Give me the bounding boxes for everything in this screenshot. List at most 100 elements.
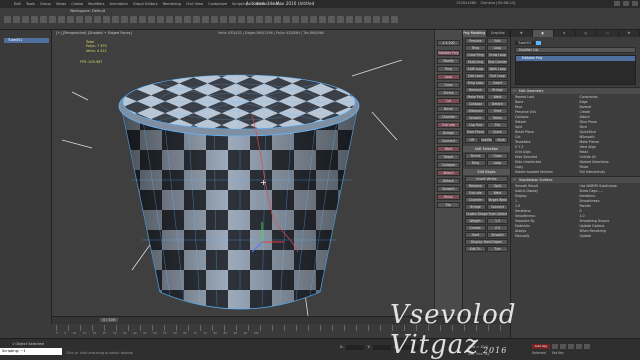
- edit-edges-button-smooth[interactable]: Smooth: [487, 232, 508, 238]
- selection-button-grow[interactable]: Grow: [487, 153, 508, 159]
- toolbar-tool-icon[interactable]: [157, 16, 164, 23]
- viewport-label[interactable]: [+] [Perspective] [Shaded + Edged Faces]: [56, 31, 132, 35]
- ribbon-button-detach[interactable]: Detach: [437, 178, 460, 184]
- toolbar-tool-icon[interactable]: [328, 16, 335, 23]
- edit-edges-button-bridge[interactable]: Bridge: [465, 204, 486, 210]
- perspective-viewport[interactable]: + [+] [Perspective] [Shaded + Edged Face…: [52, 30, 434, 316]
- ribbon-button-modify[interactable]: Modify: [437, 58, 460, 64]
- menu-item-tools[interactable]: Tools: [26, 2, 35, 6]
- toolbar-tool-icon[interactable]: [193, 16, 200, 23]
- toolbar-tool-icon[interactable]: [13, 16, 20, 23]
- ribbon-button-target[interactable]: Target: [437, 154, 460, 160]
- edit-edges-button-remove[interactable]: Remove: [465, 183, 486, 189]
- toolbar-tool-icon[interactable]: [67, 16, 74, 23]
- menu-item-civil-view[interactable]: Civil View: [186, 2, 203, 6]
- ribbon-button-attach[interactable]: Attach: [437, 170, 460, 176]
- modeling-button-ring-loop[interactable]: Ring Loop: [465, 80, 486, 86]
- edit-edges-button-insert-vertex[interactable]: Insert Vertex: [465, 176, 508, 182]
- y-field[interactable]: [373, 345, 392, 350]
- modeling-button-remove[interactable]: Remove: [465, 87, 486, 93]
- modeling-button-smooth[interactable]: Smooth: [465, 115, 486, 121]
- toolbar-tool-icon[interactable]: [22, 16, 29, 23]
- modeling-button-ring[interactable]: Ring: [465, 45, 486, 51]
- utilities-tab-icon[interactable]: ⚒: [619, 30, 640, 37]
- preview-option-off[interactable]: Off: [465, 137, 479, 143]
- rollout-line-update[interactable]: Update: [576, 233, 640, 238]
- toolbar-tool-icon[interactable]: [292, 16, 299, 23]
- menu-item-graph-editors[interactable]: Graph Editors: [133, 2, 158, 6]
- stack-item-editable-poly[interactable]: Editable Poly: [516, 56, 635, 61]
- modeling-button-make-poly[interactable]: Make Poly: [465, 94, 486, 100]
- edit-edges-button-1-0[interactable]: 1.0: [487, 218, 508, 224]
- scene-node-tube[interactable]: Tube001: [4, 38, 49, 43]
- edit-edges-button-connect[interactable]: Connect: [487, 204, 508, 210]
- modeling-button-weld[interactable]: Weld: [487, 94, 508, 100]
- ribbon-button-cut[interactable]: Cut: [437, 98, 460, 104]
- toolbar-tool-icon[interactable]: [355, 16, 362, 23]
- toolbar-tool-icon[interactable]: [4, 16, 11, 23]
- modeling-button-shell[interactable]: Shell: [487, 108, 508, 114]
- modeling-button-walk-loop[interactable]: Walk Loop: [487, 66, 508, 72]
- object-name-field[interactable]: Tube001: [515, 40, 535, 45]
- modeling-button-multi-ring[interactable]: Multi-ring: [465, 59, 486, 65]
- maximize-button[interactable]: [623, 1, 629, 6]
- menu-item-create[interactable]: Create: [71, 2, 83, 6]
- ribbon-button-relax[interactable]: Relax: [437, 194, 460, 200]
- modeling-button-preview[interactable]: Preview: [465, 38, 486, 44]
- toolbar-tool-icon[interactable]: [148, 16, 155, 23]
- toolbar-tool-icon[interactable]: [382, 16, 389, 23]
- modeling-button-bridge[interactable]: Bridge: [487, 87, 508, 93]
- edit-edges-button-0-0[interactable]: 0.0: [487, 225, 508, 231]
- toolbar-tool-icon[interactable]: [121, 16, 128, 23]
- rollout-title-subdivision-surface[interactable]: Subdivision Surface: [511, 176, 640, 183]
- modeling-button-slice-plane[interactable]: Slice Plane: [465, 129, 486, 135]
- preview-option-multi[interactable]: Multi: [494, 137, 508, 143]
- workspace-label[interactable]: Workspace: Default: [70, 9, 105, 13]
- menu-item-rendering[interactable]: Rendering: [163, 2, 181, 6]
- ribbon-button-flip[interactable]: Flip: [437, 202, 460, 208]
- modeling-button-edit[interactable]: Edit: [487, 38, 508, 44]
- ribbon-button-ring[interactable]: Ring: [437, 66, 460, 72]
- toolbar-tool-icon[interactable]: [319, 16, 326, 23]
- x-field[interactable]: [346, 345, 365, 350]
- toolbar-tool-icon[interactable]: [85, 16, 92, 23]
- modeling-button-shift-loop[interactable]: Shift Loop: [465, 66, 486, 72]
- motion-tab-icon[interactable]: ◎: [576, 30, 597, 37]
- close-button[interactable]: [632, 1, 638, 6]
- modeling-button-distance[interactable]: Distance: [465, 108, 486, 114]
- object-color-swatch[interactable]: [535, 40, 541, 45]
- menu-item-edit[interactable]: Edit: [14, 2, 21, 6]
- rollout-title-edit-geometry[interactable]: Edit Geometry: [511, 87, 640, 94]
- modeling-button-collapse[interactable]: Collapse: [465, 101, 486, 107]
- toolbar-tool-icon[interactable]: [301, 16, 308, 23]
- toolbar-tool-icon[interactable]: [373, 16, 380, 23]
- modeling-button-end-loop[interactable]: End Loop: [487, 73, 508, 79]
- edit-edges-button-weight[interactable]: Weight:: [465, 218, 486, 224]
- toolbar-tool-icon[interactable]: [58, 16, 65, 23]
- hierarchy-tab-icon[interactable]: ⋔: [554, 30, 576, 37]
- ribbon-button-editable-poly[interactable]: Editable Poly: [437, 50, 460, 56]
- toolbar-tool-icon[interactable]: [103, 16, 110, 23]
- rollout-line-full-interactivity[interactable]: Full Interactivity: [576, 169, 640, 174]
- ribbon-button-loop[interactable]: Loop: [437, 74, 460, 80]
- edit-edges-button-chamfer[interactable]: Chamfer: [465, 197, 486, 203]
- edit-edges-button-extrude[interactable]: Extrude: [465, 190, 486, 196]
- selection-button-loop[interactable]: Loop: [487, 160, 508, 166]
- edit-edges-button-turn[interactable]: Turn: [487, 246, 508, 252]
- toolbar-tool-icon[interactable]: [211, 16, 218, 23]
- ribbon-button-bridge[interactable]: Bridge: [437, 130, 460, 136]
- menu-item-animation[interactable]: Animation: [110, 2, 128, 6]
- toolbar-tool-icon[interactable]: [112, 16, 119, 23]
- toolbar-tool-icon[interactable]: [265, 16, 272, 23]
- edit-edges-button-edit-tri[interactable]: Edit Tri.: [465, 246, 486, 252]
- modeling-button-detach[interactable]: Detach: [487, 101, 508, 107]
- modeling-button-flip[interactable]: Flip: [487, 122, 508, 128]
- edit-edges-button-target-weld[interactable]: Target Weld: [487, 197, 508, 203]
- ribbon-button-connect[interactable]: Connect: [437, 138, 460, 144]
- toolbar-tool-icon[interactable]: [364, 16, 371, 23]
- ribbon-button-chamfer[interactable]: Chamfer: [437, 114, 460, 120]
- modeling-button-cap-poly[interactable]: Cap Poly: [465, 122, 486, 128]
- toolbar-tool-icon[interactable]: [256, 16, 263, 23]
- modify-tab-icon[interactable]: ◐: [532, 30, 554, 37]
- toolbar-tool-icon[interactable]: [346, 16, 353, 23]
